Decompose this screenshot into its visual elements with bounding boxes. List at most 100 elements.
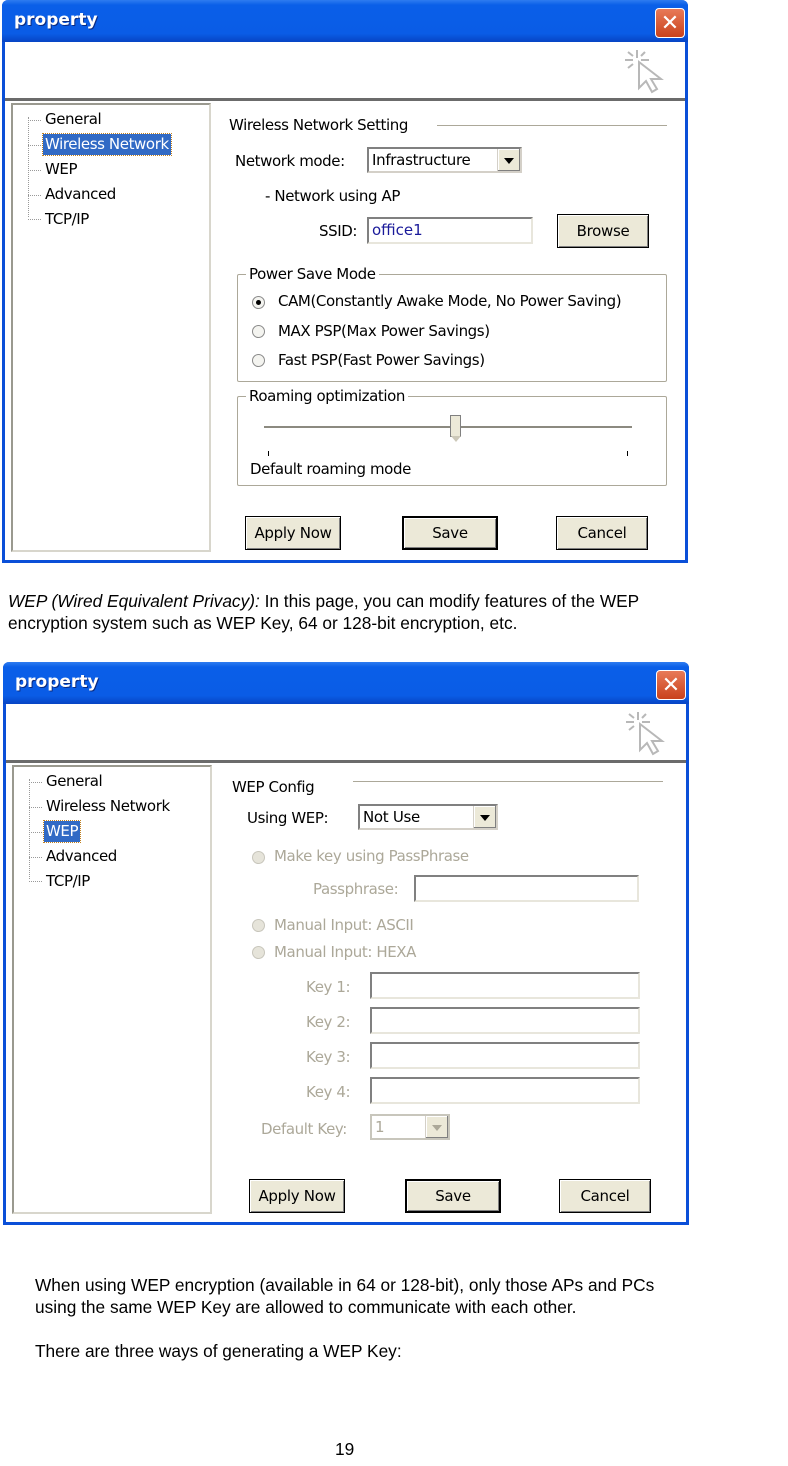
tree-line <box>28 195 41 196</box>
radio-cam[interactable] <box>252 296 265 309</box>
section-title: WEP Config <box>232 778 315 796</box>
radio-manual-hexa-label: Manual Input: HEXA <box>274 943 417 961</box>
tree-item-wep[interactable]: WEP <box>42 820 82 843</box>
wep-explanation: When using WEP encryption (available in … <box>35 1274 788 1362</box>
key1-input[interactable] <box>370 972 640 999</box>
divider <box>353 781 663 782</box>
network-note: - Network using AP <box>265 187 400 205</box>
tree-line <box>28 170 41 171</box>
apply-now-button[interactable]: Apply Now <box>245 516 341 550</box>
cursor-sparkle-icon <box>626 712 665 756</box>
radio-max-psp[interactable] <box>252 325 265 338</box>
group-title: Roaming optimization <box>246 387 409 405</box>
cancel-button[interactable]: Cancel <box>559 1179 651 1213</box>
dropdown-arrow-icon[interactable] <box>425 1116 448 1138</box>
settings-tree: General Wireless Network WEP Advanced TC… <box>12 765 212 1214</box>
title-bar[interactable]: property ✕ <box>2 0 688 42</box>
key2-label: Key 2: <box>306 1013 351 1031</box>
section-title: Wireless Network Setting <box>229 116 409 134</box>
close-icon: ✕ <box>661 673 681 698</box>
tree-item-tcpip[interactable]: TCP/IP <box>44 871 92 892</box>
title-bar[interactable]: property ✕ <box>3 662 689 704</box>
default-key-label: Default Key: <box>261 1120 347 1138</box>
cancel-button[interactable]: Cancel <box>556 516 648 550</box>
ssid-input[interactable]: office1 <box>367 217 533 244</box>
dropdown-arrow-icon[interactable] <box>497 149 520 171</box>
tree-line <box>29 832 42 833</box>
banner <box>5 42 685 101</box>
ssid-value: office1 <box>372 221 423 239</box>
tree-item-wireless-network[interactable]: Wireless Network <box>44 796 172 817</box>
wep-explanation-line1: When using WEP encryption (available in … <box>35 1275 655 1295</box>
radio-manual-ascii[interactable] <box>252 919 265 932</box>
default-key-value: 1 <box>375 1118 385 1136</box>
network-mode-select[interactable]: Infrastructure <box>367 147 522 173</box>
roaming-slider-track[interactable] <box>264 426 632 429</box>
power-save-group: Power Save Mode CAM(Constantly Awake Mod… <box>237 265 667 382</box>
tree-item-general[interactable]: General <box>44 771 104 792</box>
tree-line <box>29 857 42 858</box>
cursor-sparkle-icon <box>625 50 664 94</box>
settings-tree: General Wireless Network WEP Advanced TC… <box>11 103 211 552</box>
radio-manual-hexa[interactable] <box>252 946 265 959</box>
key3-label: Key 3: <box>306 1048 351 1066</box>
wep-explanation-line2: using the same WEP Key are allowed to co… <box>35 1297 577 1317</box>
apply-now-button[interactable]: Apply Now <box>249 1179 345 1213</box>
tree-item-wireless-network[interactable]: Wireless Network <box>42 133 172 156</box>
divider <box>437 125 667 126</box>
close-icon: ✕ <box>660 11 680 36</box>
passphrase-input[interactable] <box>414 875 639 902</box>
radio-passphrase[interactable] <box>252 851 265 864</box>
tree-item-advanced[interactable]: Advanced <box>43 184 118 205</box>
radio-manual-ascii-label: Manual Input: ASCII <box>274 916 414 934</box>
key3-input[interactable] <box>370 1042 640 1069</box>
roaming-group: Roaming optimization Default roaming mod… <box>237 387 667 486</box>
browse-button[interactable]: Browse <box>557 214 649 248</box>
dialog-body: General Wireless Network WEP Advanced TC… <box>6 763 686 1222</box>
dialog-body: General Wireless Network WEP Advanced TC… <box>5 101 685 560</box>
tree-line <box>29 881 42 882</box>
tree-item-tcpip[interactable]: TCP/IP <box>43 209 91 230</box>
default-key-select[interactable]: 1 <box>370 1114 450 1140</box>
tree-item-advanced[interactable]: Advanced <box>44 846 119 867</box>
close-button[interactable]: ✕ <box>656 670 686 700</box>
radio-fast-psp[interactable] <box>252 354 265 367</box>
using-wep-select[interactable]: Not Use <box>358 804 498 830</box>
tree-line <box>29 782 42 783</box>
radio-max-psp-label: MAX PSP(Max Power Savings) <box>278 322 490 340</box>
wep-description-rest: In this page, you can modify features of… <box>259 591 640 611</box>
save-button[interactable]: Save <box>402 516 498 550</box>
slider-tick <box>627 451 628 456</box>
roaming-caption: Default roaming mode <box>250 460 411 478</box>
tree-line <box>29 807 42 808</box>
tree-line <box>28 219 41 220</box>
key1-label: Key 1: <box>306 978 351 996</box>
close-button[interactable]: ✕ <box>655 8 685 38</box>
wep-description: WEP (Wired Equivalent Privacy): In this … <box>8 590 788 634</box>
key4-label: Key 4: <box>306 1083 351 1101</box>
ssid-label: SSID: <box>319 222 358 240</box>
banner <box>6 704 686 763</box>
radio-cam-label: CAM(Constantly Awake Mode, No Power Savi… <box>278 292 622 310</box>
key4-input[interactable] <box>370 1077 640 1104</box>
key2-input[interactable] <box>370 1007 640 1034</box>
page-number: 19 <box>335 1439 355 1459</box>
wep-description-lead: WEP (Wired Equivalent Privacy): <box>8 591 260 611</box>
using-wep-label: Using WEP: <box>247 809 329 827</box>
save-button[interactable]: Save <box>405 1179 501 1213</box>
radio-fast-psp-label: Fast PSP(Fast Power Savings) <box>278 351 485 369</box>
slider-tick <box>268 451 269 456</box>
roaming-slider-thumb[interactable] <box>449 415 461 442</box>
tree-item-general[interactable]: General <box>43 109 103 130</box>
network-mode-value: Infrastructure <box>372 151 471 169</box>
using-wep-value: Not Use <box>363 808 420 826</box>
tree-line <box>29 779 30 879</box>
tree-line <box>28 145 41 146</box>
tree-line <box>28 120 41 121</box>
window-title: property <box>14 10 98 30</box>
tree-item-wep[interactable]: WEP <box>43 159 79 180</box>
tree-line <box>28 117 29 217</box>
network-mode-label: Network mode: <box>235 152 345 170</box>
dropdown-arrow-icon[interactable] <box>473 806 496 828</box>
window-title: property <box>15 672 99 692</box>
